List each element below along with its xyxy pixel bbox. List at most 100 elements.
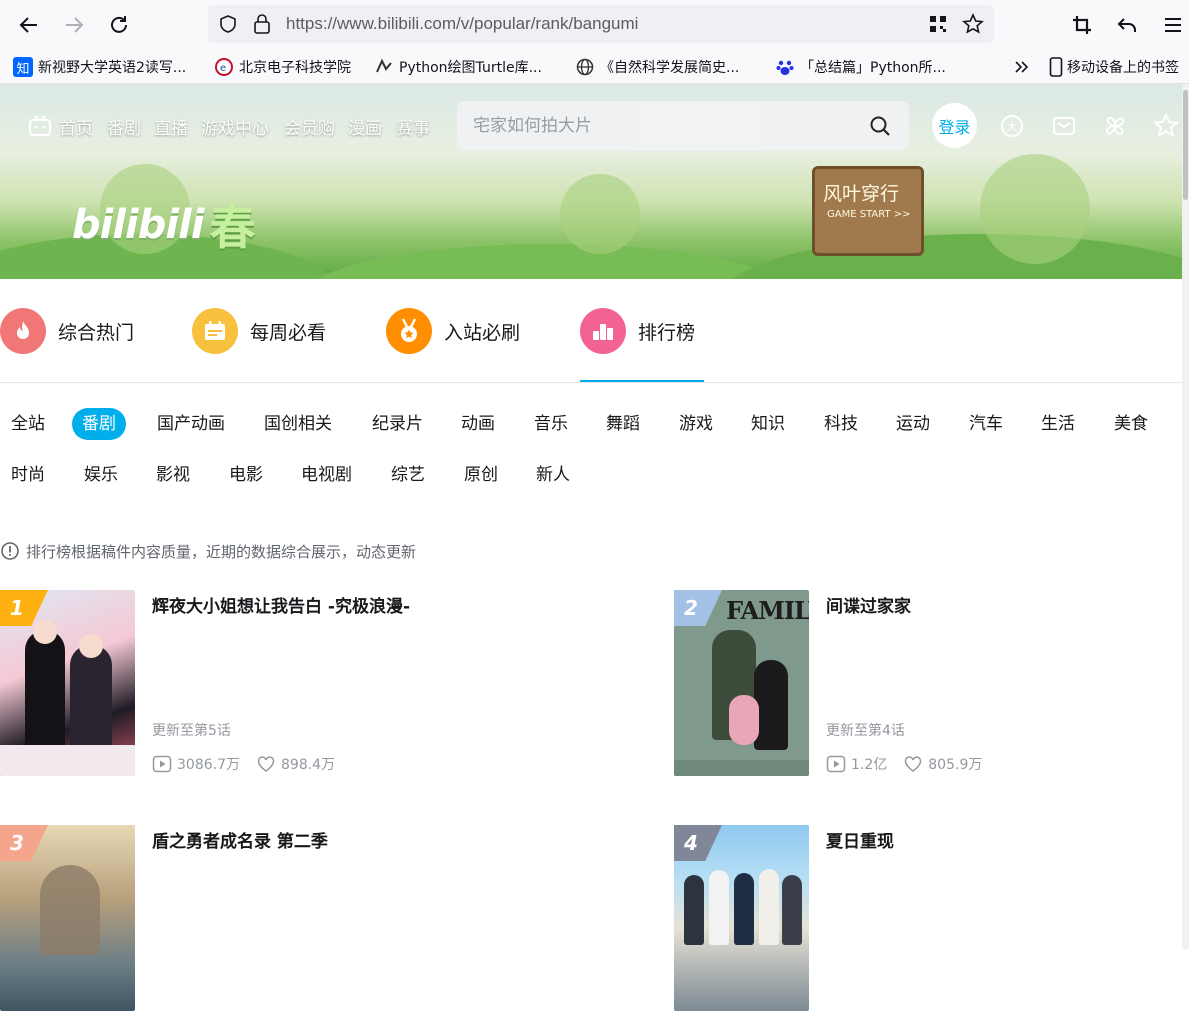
category-item[interactable]: 时尚 [1,459,55,491]
mobile-icon [1048,57,1064,77]
category-item[interactable]: 游戏 [669,408,723,440]
play-icon [152,755,172,773]
bookmarks-overflow-button[interactable] [1013,56,1031,78]
heart-icon [257,756,275,772]
url-text[interactable]: https://www.bilibili.com/v/popular/rank/… [286,14,638,34]
item-stats: 1.2亿 805.9万 [826,754,982,774]
category-item[interactable]: 生活 [1031,408,1085,440]
nav-game-center[interactable]: 游戏中心 [201,114,269,139]
tab-must-see[interactable]: 入站必刷 [386,305,520,357]
search-input[interactable] [473,113,853,139]
back-arrow-icon [19,17,37,33]
item-update: 更新至第5话 [152,723,231,739]
rank-item[interactable]: 1 辉夜大小姐想让我告白 -究极浪漫- 更新至第5话 3086.7万 898.4… [0,590,520,776]
favorites-button[interactable] [1152,112,1180,140]
search-icon[interactable] [869,115,891,137]
tab-label: 入站必刷 [444,321,521,344]
address-bar[interactable]: https://www.bilibili.com/v/popular/rank/… [208,5,994,43]
like-count-text: 898.4万 [281,757,336,773]
logo-text: bilibili [72,202,205,248]
bookmark-star-icon[interactable] [962,13,984,35]
undo-icon [1117,18,1136,32]
item-title[interactable]: 间谍过家家 [826,592,911,617]
bookmark-label: 北京电子科技学院 [239,60,351,76]
scrollbar-thumb[interactable] [1183,90,1188,200]
bookmark-label: 新视野大学英语2读写... [38,60,187,76]
notice-text: 排行榜根据稿件内容质量，近期的数据综合展示，动态更新 [26,542,417,561]
bookmark-item[interactable]: 「总结篇」Python所... [775,56,946,78]
item-stats: 3086.7万 898.4万 [152,754,335,774]
browser-toolbar: https://www.bilibili.com/v/popular/rank/… [0,0,1189,50]
item-title[interactable]: 夏日重现 [826,827,894,852]
shield-icon[interactable] [218,14,238,34]
category-item-active[interactable]: 番剧 [72,408,126,440]
medal-icon [386,308,432,354]
pinwheel-icon [1105,116,1125,136]
dynamics-button[interactable] [1101,112,1129,140]
category-item[interactable]: 国创相关 [254,408,342,440]
forward-button[interactable] [59,10,89,40]
nav-bangumi[interactable]: 番剧 [107,114,141,139]
crop-icon [1073,16,1091,34]
category-item[interactable]: 运动 [886,408,940,440]
page-scrollbar[interactable] [1182,84,1189,949]
category-item[interactable]: 娱乐 [74,459,128,491]
nav-shop[interactable]: 会员购 [284,114,335,139]
lock-icon[interactable] [252,13,272,35]
qr-code-icon[interactable] [928,14,948,34]
nav-home[interactable]: 首页 [59,114,93,139]
bookmark-item[interactable]: 《自然科学发展简史... [575,56,739,78]
category-item[interactable]: 科技 [814,408,868,440]
nav-manga[interactable]: 漫画 [348,114,382,139]
category-item[interactable]: 音乐 [524,408,578,440]
tab-ranking[interactable]: 排行榜 [580,305,695,357]
game-start-sign[interactable]: 风叶穿行 GAME START >> [812,166,924,256]
play-count: 1.2亿 [826,754,887,774]
screenshot-button[interactable] [1067,10,1097,40]
tab-label: 每周必看 [250,321,327,344]
rank-number: 3 [10,831,24,855]
login-button[interactable]: 登录 [932,103,977,148]
vip-button[interactable]: 大 [998,112,1026,140]
item-title[interactable]: 盾之勇者成名录 第二季 [152,827,328,852]
nav-live[interactable]: 直播 [154,114,188,139]
tab-weekly[interactable]: 每周必看 [192,305,326,357]
rank-number: 1 [10,596,24,620]
category-item[interactable]: 原创 [454,459,508,491]
category-item[interactable]: 电视剧 [291,459,362,491]
undo-button[interactable] [1112,10,1142,40]
bookmark-label: 移动设备上的书签 [1067,60,1179,76]
rank-item[interactable]: FAMILY 2 间谍过家家 更新至第4话 1.2亿 805.9万 [674,590,1189,776]
tv-icon[interactable] [28,115,52,137]
mobile-bookmarks[interactable]: 移动设备上的书签 [1048,56,1179,78]
reload-button[interactable] [104,10,134,40]
header-banner: bilibili 春 风叶穿行 GAME START >> 首页 番剧 直播 游… [0,84,1182,279]
bilibili-logo[interactable]: bilibili 春 [72,192,256,258]
bookmarks-bar: 知 新视野大学英语2读写... e 北京电子科技学院 Python绘图Turtl… [0,50,1189,84]
tab-label: 综合热门 [58,321,135,344]
category-item[interactable]: 汽车 [959,408,1013,440]
ranking-notice: 排行榜根据稿件内容质量，近期的数据综合展示，动态更新 [0,540,416,562]
back-button[interactable] [14,10,44,40]
rank-item[interactable]: 3 盾之勇者成名录 第二季 [0,825,520,1011]
rank-item[interactable]: 4 夏日重现 [674,825,1189,1011]
tab-hot[interactable]: 综合热门 [0,305,134,357]
category-item[interactable]: 电影 [219,459,273,491]
category-item[interactable]: 知识 [741,408,795,440]
category-item[interactable]: 综艺 [381,459,435,491]
category-item[interactable]: 新人 [526,459,580,491]
category-item[interactable]: 全站 [1,408,55,440]
category-item[interactable]: 舞蹈 [596,408,650,440]
item-title[interactable]: 辉夜大小姐想让我告白 -究极浪漫- [152,592,410,617]
bookmark-item[interactable]: e 北京电子科技学院 [214,56,351,78]
category-item[interactable]: 影视 [146,459,200,491]
bookmark-item[interactable]: Python绘图Turtle库... [374,56,542,78]
category-item[interactable]: 纪录片 [362,408,433,440]
category-item[interactable]: 美食 [1104,408,1158,440]
bookmark-item[interactable]: 知 新视野大学英语2读写... [13,56,186,78]
menu-button[interactable] [1158,10,1188,40]
category-item[interactable]: 国产动画 [147,408,235,440]
nav-esports[interactable]: 赛事 [396,114,430,139]
messages-button[interactable] [1050,112,1078,140]
category-item[interactable]: 动画 [451,408,505,440]
